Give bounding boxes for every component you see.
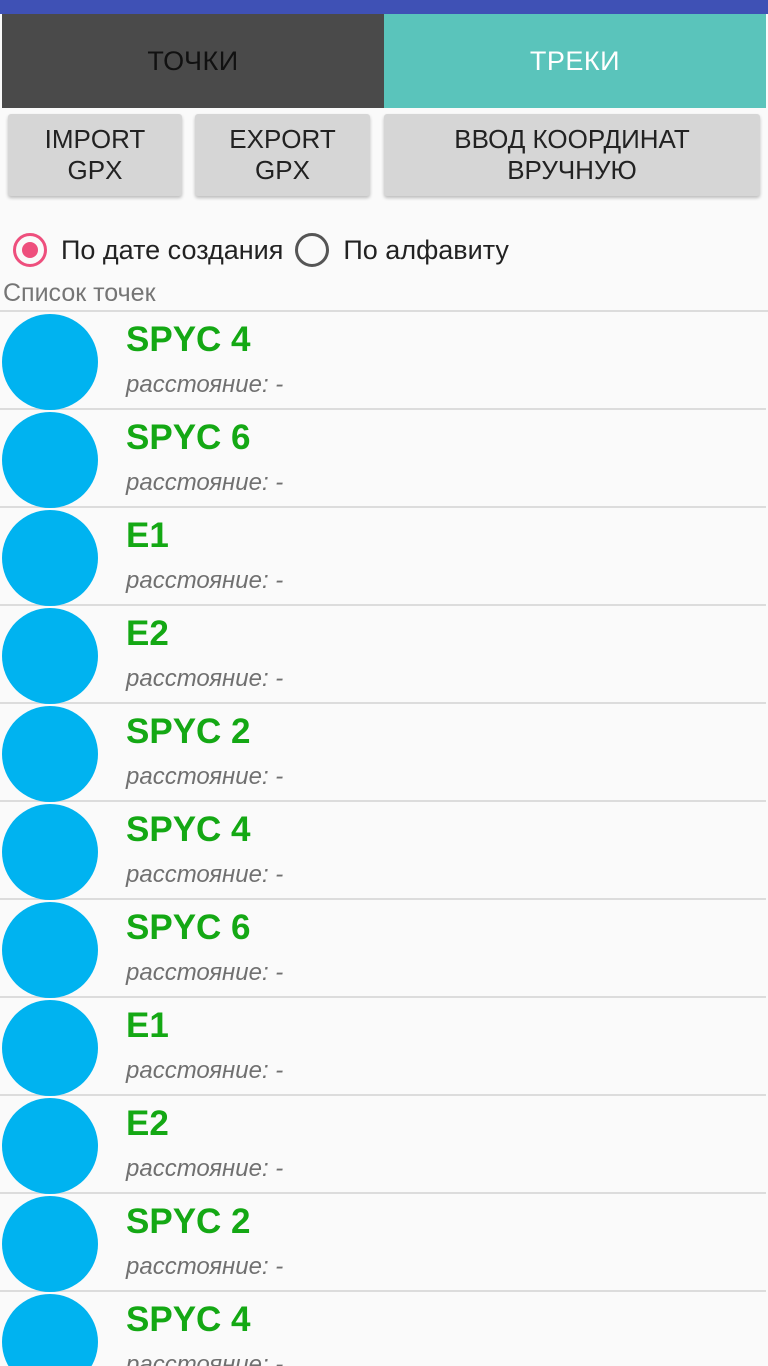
point-avatar-icon [2, 1098, 98, 1194]
point-avatar-icon [2, 510, 98, 606]
point-distance: расстояние: - [126, 1057, 284, 1084]
status-bar [0, 0, 768, 14]
point-avatar-icon [2, 412, 98, 508]
point-avatar-icon [2, 706, 98, 802]
sort-by-alphabet-label: По алфавиту [343, 234, 509, 265]
sort-by-date-label: По дате создания [61, 234, 284, 265]
manual-coordinates-button[interactable]: ВВОД КООРДИНАТ ВРУЧНУЮ [384, 114, 760, 196]
export-gpx-button[interactable]: EXPORT GPX [195, 114, 370, 196]
list-item[interactable]: SPYC 6 расстояние: - [0, 900, 766, 998]
list-item[interactable]: SPYC 4 расстояние: - [0, 1292, 766, 1366]
tab-tracks[interactable]: ТРЕКИ [384, 14, 766, 108]
tab-points[interactable]: ТОЧКИ [2, 14, 384, 108]
point-avatar-icon [2, 608, 98, 704]
radio-unchecked-icon[interactable] [295, 233, 330, 267]
sort-by-date-option[interactable]: По дате создания [13, 233, 283, 267]
point-name: E1 [126, 516, 169, 555]
point-distance: расстояние: - [126, 1253, 284, 1280]
point-name: E2 [126, 1104, 169, 1143]
point-avatar-icon [2, 902, 98, 998]
list-item[interactable]: SPYC 2 расстояние: - [0, 704, 766, 802]
point-name: E2 [126, 614, 169, 653]
point-distance: расстояние: - [126, 959, 284, 986]
point-distance: расстояние: - [126, 469, 284, 496]
point-avatar-icon [2, 1000, 98, 1096]
point-avatar-icon [2, 1196, 98, 1292]
point-distance: расстояние: - [126, 371, 284, 398]
action-buttons: IMPORT GPX EXPORT GPX ВВОД КООРДИНАТ ВРУ… [0, 108, 768, 218]
point-distance: расстояние: - [126, 1155, 284, 1182]
point-avatar-icon [2, 804, 98, 900]
sort-by-alphabet-option[interactable]: По алфавиту [295, 233, 509, 267]
list-item[interactable]: E1 расстояние: - [0, 508, 766, 606]
sort-radio-group: По дате создания По алфавиту [0, 220, 768, 280]
point-distance: расстояние: - [126, 665, 284, 692]
list-item[interactable]: SPYC 6 расстояние: - [0, 410, 766, 508]
point-name: SPYC 6 [126, 418, 251, 457]
point-name: SPYC 4 [126, 810, 251, 849]
point-name: SPYC 2 [126, 712, 251, 751]
point-distance: расстояние: - [126, 1351, 284, 1366]
points-list: SPYC 4 расстояние: - SPYC 6 расстояние: - E1… [0, 312, 768, 1366]
point-distance: расстояние: - [126, 567, 284, 594]
radio-checked-icon[interactable] [13, 233, 47, 267]
point-name: E1 [126, 1006, 169, 1045]
tab-bar: ТОЧКИ ТРЕКИ [0, 14, 768, 108]
point-distance: расстояние: - [126, 763, 284, 790]
point-name: SPYC 6 [126, 908, 251, 947]
list-item[interactable]: SPYC 2 расстояние: - [0, 1194, 766, 1292]
import-gpx-button[interactable]: IMPORT GPX [8, 114, 182, 196]
list-item[interactable]: E2 расстояние: - [0, 1096, 766, 1194]
point-distance: расстояние: - [126, 861, 284, 888]
point-avatar-icon [2, 314, 98, 410]
list-item[interactable]: SPYC 4 расстояние: - [0, 312, 766, 410]
list-item[interactable]: SPYC 4 расстояние: - [0, 802, 766, 900]
point-avatar-icon [2, 1294, 98, 1366]
list-item[interactable]: E2 расстояние: - [0, 606, 766, 704]
point-name: SPYC 2 [126, 1202, 251, 1241]
point-name: SPYC 4 [126, 1300, 251, 1339]
list-item[interactable]: E1 расстояние: - [0, 998, 766, 1096]
point-name: SPYC 4 [126, 320, 251, 359]
list-header: Список точек [0, 277, 768, 312]
